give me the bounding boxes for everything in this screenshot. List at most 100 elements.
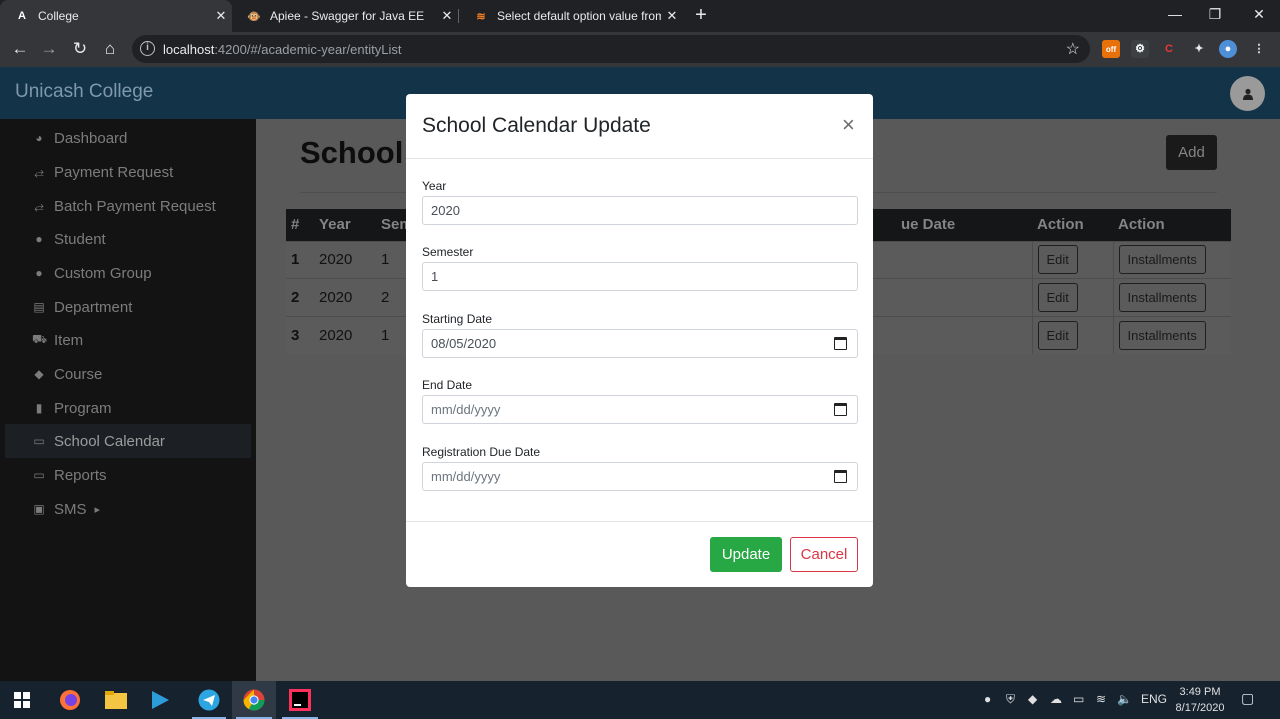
row-year: 2020 [314, 240, 376, 279]
installments-button[interactable]: Installments [1118, 282, 1206, 312]
column-header-year: Year [314, 209, 376, 241]
close-icon[interactable]: × [842, 112, 855, 138]
site-info-icon[interactable]: i [140, 41, 155, 56]
tray-language[interactable]: ENG [1141, 692, 1167, 706]
brand-title[interactable]: Unicash College [15, 81, 153, 103]
registration-due-date-input[interactable]: mm/dd/yyyy [422, 462, 858, 491]
calendar-picker-icon[interactable] [834, 470, 847, 483]
url-path: :4200/#/academic-year/entityList [214, 42, 402, 57]
installments-button[interactable]: Installments [1118, 320, 1206, 350]
installments-button[interactable]: Installments [1118, 245, 1206, 275]
windows-start-icon[interactable] [9, 687, 35, 713]
sidebar-item-label: Student [54, 230, 106, 248]
tray-app-icon[interactable]: ◆ [1028, 692, 1037, 706]
close-tab-icon[interactable]: ✕ [210, 8, 232, 24]
row-year: 2020 [314, 278, 376, 316]
taskbar-clock[interactable]: 3:49 PM 8/17/2020 [1170, 684, 1230, 716]
sidebar-item-reports[interactable]: ▭ Reports [5, 458, 251, 492]
sidebar-item-payment-request[interactable]: ⥄ Payment Request [5, 155, 251, 189]
extension-c-icon[interactable]: C [1160, 40, 1178, 58]
sidebar-item-label: Payment Request [54, 163, 174, 181]
exchange-icon: ⥄ [34, 198, 44, 213]
tray-notification-icon[interactable]: ● [984, 692, 991, 706]
cancel-button[interactable]: Cancel [790, 537, 858, 572]
sidebar-item-label: Reports [54, 466, 107, 484]
new-tab-button[interactable]: + [690, 4, 712, 26]
sidebar-item-student[interactable]: ● Student [5, 222, 251, 256]
bookmark-star-icon[interactable]: ☆ [1066, 39, 1080, 59]
extensions-puzzle-icon[interactable]: ✦ [1190, 40, 1208, 58]
edit-button[interactable]: Edit [1037, 282, 1078, 312]
sidebar-item-program[interactable]: ▮ Program [5, 391, 251, 425]
extension-badge: off [1105, 45, 1117, 54]
semester-input[interactable]: 1 [422, 262, 858, 291]
calendar-icon: ▭ [33, 468, 45, 482]
sidebar-item-custom-group[interactable]: ● Custom Group [5, 256, 251, 290]
tray-cloud-icon[interactable]: ☁ [1050, 692, 1062, 706]
tab-college[interactable]: A College ✕ [0, 0, 232, 32]
firefox-icon[interactable] [57, 687, 83, 713]
tray-wifi-icon[interactable]: ≋ [1096, 692, 1106, 706]
tab-apiee[interactable]: 🐵 Apiee - Swagger for Java EE ✕ [232, 0, 458, 32]
intellij-icon[interactable] [287, 687, 313, 713]
profile-icon[interactable]: ● [1219, 40, 1237, 58]
url-text[interactable]: localhost:4200/#/academic-year/entityLis… [163, 42, 401, 57]
sidebar-item-label: Course [54, 365, 103, 383]
restore-button[interactable]: ❐ [1192, 0, 1238, 30]
starting-date-label: Starting Date [422, 312, 493, 326]
home-icon[interactable]: ⌂ [98, 38, 122, 60]
modal-footer-divider [406, 521, 873, 522]
edit-button[interactable]: Edit [1037, 245, 1078, 275]
page-title: School C [300, 135, 406, 170]
sidebar-item-label: Department [54, 298, 133, 316]
file-explorer-icon[interactable] [103, 687, 129, 713]
school-calendar-update-modal: School Calendar Update × Year 2020 Semes… [406, 94, 873, 587]
tab-title: College [38, 9, 79, 23]
calendar-picker-icon[interactable] [834, 337, 847, 350]
update-button[interactable]: Update [710, 537, 782, 572]
forward-arrow-icon[interactable]: → [37, 38, 61, 60]
extension-gear-icon[interactable]: ⚙ [1131, 40, 1149, 58]
exchange-icon: ⥄ [34, 164, 44, 179]
sidebar-item-department[interactable]: ▤ Department [5, 290, 251, 324]
back-arrow-icon[interactable]: ← [8, 38, 32, 60]
sidebar-item-school-calendar[interactable]: ▭ School Calendar [5, 424, 251, 458]
calendar-picker-icon[interactable] [834, 403, 847, 416]
tray-shield-icon[interactable]: ⛨ [1006, 692, 1015, 707]
row-action-edit-cell: Edit [1031, 278, 1113, 316]
row-number: 2 [286, 278, 314, 316]
row-action-edit-cell: Edit [1031, 315, 1113, 354]
starting-date-value: 08/05/2020 [431, 336, 497, 351]
close-tab-icon[interactable]: ✕ [436, 8, 458, 24]
extension-off-icon[interactable]: off [1102, 40, 1120, 58]
edit-button[interactable]: Edit [1037, 320, 1078, 350]
sidebar-item-item[interactable]: ⛟ Item [5, 323, 251, 357]
reload-icon[interactable]: ↻ [68, 38, 92, 60]
column-header-due-date: ue Date [896, 209, 1032, 241]
semester-value: 1 [431, 269, 439, 284]
close-tab-icon[interactable]: ✕ [661, 8, 683, 24]
sidebar-item-label: Program [54, 399, 112, 417]
end-date-input[interactable]: mm/dd/yyyy [422, 395, 858, 424]
sidebar-item-label: Item [54, 331, 84, 349]
sidebar-item-sms[interactable]: ▣ SMS ▸ [5, 492, 251, 526]
menu-kebab-icon[interactable]: ⋮ [1250, 40, 1268, 58]
sidebar-item-dashboard[interactable]: ◕ Dashboard [5, 121, 251, 155]
sidebar-item-batch-payment-request[interactable]: ⥄ Batch Payment Request [5, 189, 251, 223]
row-action-installments-cell: Installments [1112, 240, 1231, 279]
tray-volume-icon[interactable]: 🔈 [1117, 692, 1132, 706]
action-center-icon[interactable]: ▢ [1241, 690, 1254, 707]
sidebar-item-course[interactable]: ◆ Course [5, 357, 251, 391]
tab-stackoverflow[interactable]: ≋ Select default option value from ✕ [459, 0, 683, 32]
tray-network-icon[interactable]: ▭ [1073, 692, 1084, 706]
address-bar[interactable]: i localhost:4200/#/academic-year/entityL… [132, 35, 1090, 63]
add-button[interactable]: Add [1166, 135, 1217, 170]
semester-label: Semester [422, 245, 474, 259]
close-window-button[interactable]: ✕ [1236, 0, 1280, 30]
year-input[interactable]: 2020 [422, 196, 858, 225]
media-player-icon[interactable] [147, 687, 173, 713]
telegram-icon[interactable] [196, 687, 222, 713]
starting-date-input[interactable]: 08/05/2020 [422, 329, 858, 358]
chrome-icon[interactable] [241, 687, 267, 713]
user-avatar-icon[interactable] [1230, 76, 1265, 111]
